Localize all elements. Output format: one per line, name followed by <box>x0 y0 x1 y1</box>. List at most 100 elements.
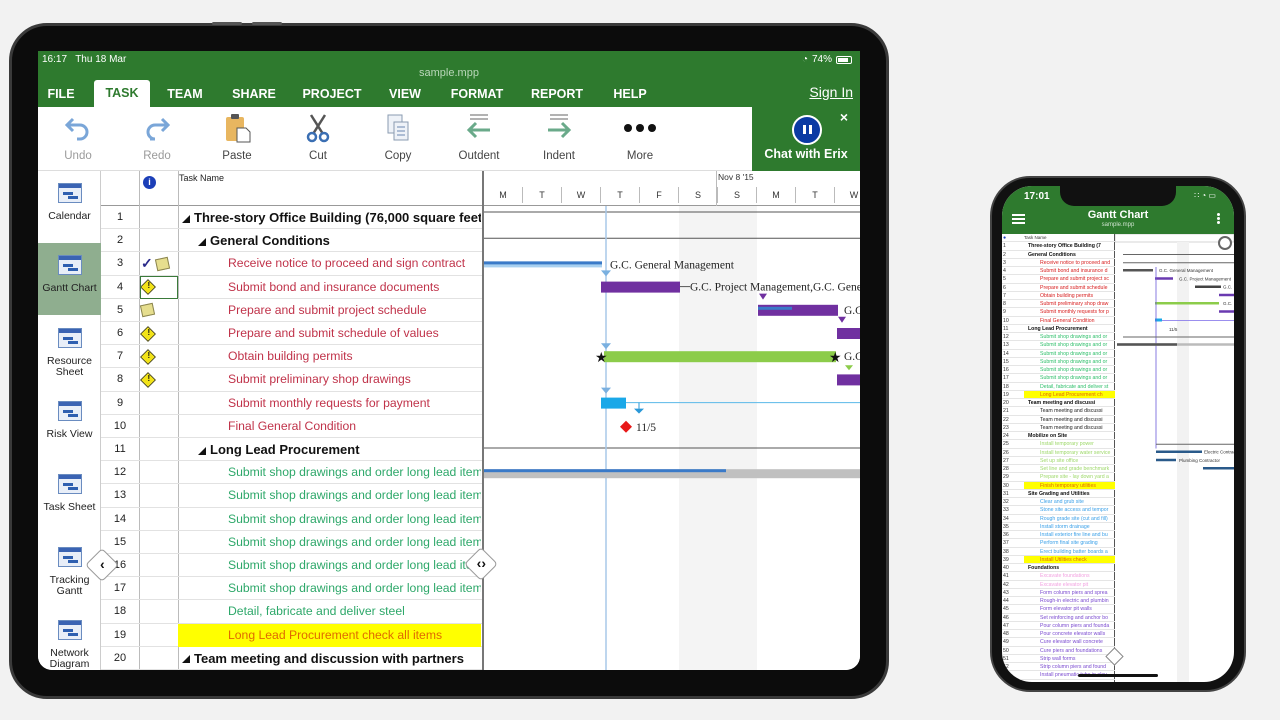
zoom-search-icon[interactable] <box>1218 236 1232 250</box>
phone-table-row[interactable]: 8 Submit preliminary shop draw <box>1002 300 1115 309</box>
table-row[interactable]: 9 Submit monthly requests for payment <box>101 392 482 415</box>
phone-table-row[interactable]: 14 Submit shop drawings and or <box>1002 350 1115 358</box>
tab-share[interactable]: SHARE <box>226 87 282 107</box>
tab-report[interactable]: REPORT <box>526 87 588 107</box>
phone-table-row[interactable]: 4 Submit bond and insurance d <box>1002 267 1115 276</box>
table-row[interactable]: 14 Submit shop drawings and order long le… <box>101 508 482 531</box>
phone-table-row[interactable]: 40 Foundations <box>1002 564 1115 573</box>
outdent-button[interactable]: Outdent <box>447 111 511 162</box>
phone-table-row[interactable]: 10 Final General Condition <box>1002 317 1115 325</box>
table-row[interactable]: 11 Long Lead Procurement <box>101 438 482 462</box>
task-name-cell[interactable]: Submit preliminary shop drawings <box>178 368 481 391</box>
phone-table-row[interactable]: 48 Pour concrete elevator walls <box>1002 630 1115 639</box>
phone-table-row[interactable]: 38 Erect building batter boards a <box>1002 548 1115 556</box>
task-name-cell[interactable]: Submit monthly requests for payment <box>178 392 481 415</box>
phone-table-row[interactable]: 17 Submit shop drawings and or <box>1002 374 1115 383</box>
phone-table-row[interactable]: 5 Prepare and submit project sc <box>1002 275 1115 284</box>
selected-cell[interactable] <box>140 275 178 299</box>
phone-table-row[interactable]: 44 Rough-in electric and plumbin <box>1002 597 1115 606</box>
note-icon[interactable] <box>154 256 170 272</box>
task-name-cell[interactable]: Detail, fabricate and deliver steel <box>178 600 481 623</box>
phone-table-row[interactable]: 19 Long Lead Procurement ch <box>1002 390 1115 399</box>
task-name-cell[interactable]: Long Lead Procurement check all items <box>178 623 481 647</box>
table-row[interactable]: 17 Submit shop drawings and order long le… <box>101 577 482 601</box>
table-row[interactable]: 18 Detail, fabricate and deliver steel <box>101 600 482 624</box>
undo-button[interactable]: Undo <box>46 111 110 162</box>
phone-table-row[interactable]: 2 General Conditions <box>1002 251 1115 259</box>
table-row[interactable]: 6 Prepare and submit schedule of values <box>101 322 482 346</box>
task-name-cell[interactable]: Receive notice to proceed and sign contr… <box>178 252 481 275</box>
redo-button[interactable]: Redo <box>125 111 189 162</box>
chat-panel[interactable]: × Chat with Erix <box>752 107 860 171</box>
tab-project[interactable]: PROJECT <box>296 87 368 107</box>
table-row[interactable]: 16 Submit shop drawings and order long le… <box>101 554 482 578</box>
task-name-cell[interactable]: Three-story Office Building (76,000 squa… <box>178 206 481 229</box>
phone-table-row[interactable]: 51 Strip wall forms <box>1002 655 1115 663</box>
more-button[interactable]: More <box>608 111 672 162</box>
warning-icon[interactable] <box>140 371 156 388</box>
table-row[interactable]: 15 Submit shop drawings and order long le… <box>101 531 482 554</box>
phone-table-row[interactable]: 27 Set up site office <box>1002 457 1115 465</box>
table-row[interactable]: 13 Submit shop drawings and order long le… <box>101 484 482 508</box>
phone-table-row[interactable]: 42 Excavate elevator pit <box>1002 581 1115 589</box>
phone-table-row[interactable]: 49 Cure elevator wall concrete <box>1002 638 1115 647</box>
close-icon[interactable]: × <box>840 109 848 125</box>
task-name-cell[interactable]: Obtain building permits <box>178 345 481 368</box>
cut-button[interactable]: Cut <box>286 111 350 162</box>
task-name-cell[interactable]: Submit shop drawings and order long lead… <box>178 531 481 554</box>
phone-table-row[interactable]: 24 Mobilize on Site <box>1002 432 1115 441</box>
chat-bubble-icon[interactable] <box>792 115 822 145</box>
phone-table-row[interactable]: 32 Clear and grub site <box>1002 498 1115 507</box>
phone-table-row[interactable]: 21 Team meeting and discussi <box>1002 407 1115 416</box>
table-row[interactable]: 2 General Conditions <box>101 229 482 253</box>
phone-table-row[interactable]: 12 Submit shop drawings and or <box>1002 333 1115 342</box>
collapse-triangle-icon[interactable] <box>198 237 206 246</box>
table-row[interactable]: 1 Three-story Office Building (76,000 squ… <box>101 206 482 230</box>
warning-icon[interactable] <box>140 348 156 365</box>
warning-icon[interactable] <box>140 325 156 342</box>
phone-table-row[interactable]: 6 Prepare and submit schedule <box>1002 284 1115 292</box>
task-name-cell[interactable]: Submit shop drawings and order long lead… <box>178 484 481 507</box>
phone-table-row[interactable]: 11 Long Lead Procurement <box>1002 325 1115 333</box>
table-row[interactable]: 8 Submit preliminary shop drawings <box>101 368 482 392</box>
phone-table-row[interactable]: 43 Form column piers and sprea <box>1002 589 1115 597</box>
phone-table-row[interactable]: 30 Finish temporary utilities <box>1002 481 1115 490</box>
column-header-task-name[interactable]: Task Name <box>179 173 224 183</box>
phone-table-row[interactable]: 46 Set reinforcing and anchor bo <box>1002 614 1115 622</box>
copy-button[interactable]: Copy <box>366 111 430 162</box>
task-name-cell[interactable]: Submit shop drawings and order long lead… <box>178 461 481 484</box>
tab-team[interactable]: TEAM <box>158 87 212 107</box>
phone-table-row[interactable]: 28 Set line and grade benchmark <box>1002 465 1115 474</box>
phone-table-row[interactable]: 22 Team meeting and discussi <box>1002 416 1115 424</box>
table-row[interactable]: 19 Long Lead Procurement check all items <box>101 623 482 647</box>
phone-table-row[interactable]: 20 Team meeting and discussi <box>1002 399 1115 408</box>
table-row[interactable]: 4 Submit bond and insurance documents <box>101 275 482 299</box>
task-name-cell[interactable]: Submit shop drawings and order long lead… <box>178 508 481 531</box>
task-name-cell[interactable]: Submit shop drawings and order long lead… <box>178 554 481 577</box>
phone-table-row[interactable]: 1 Three-story Office Building (7 <box>1002 242 1115 251</box>
phone-table-row[interactable]: 16 Submit shop drawings and or <box>1002 366 1115 375</box>
phone-table-row[interactable]: 45 Form elevator pit walls <box>1002 605 1115 614</box>
phone-table-row[interactable]: 9 Submit monthly requests for p <box>1002 308 1115 317</box>
phone-table-row[interactable]: 37 Perform final site grading <box>1002 539 1115 548</box>
tab-view[interactable]: VIEW <box>384 87 426 107</box>
phone-table-row[interactable]: 50 Cure piers and foundations <box>1002 647 1115 655</box>
chat-label[interactable]: Chat with Erix <box>752 147 860 161</box>
table-row[interactable]: 12 Submit shop drawings and order long le… <box>101 461 482 485</box>
phone-table-row[interactable]: 7 Obtain building permits <box>1002 292 1115 300</box>
view-calendar[interactable]: Calendar <box>38 171 101 243</box>
task-name-cell[interactable]: Prepare and submit project schedule <box>178 299 481 322</box>
phone-table-row[interactable]: 33 Stone site access and tempor <box>1002 506 1115 515</box>
task-name-cell[interactable]: Final General Condition <box>178 415 481 438</box>
indent-button[interactable]: Indent <box>527 111 591 162</box>
phone-table-row[interactable]: 39 Install Utilities check <box>1002 555 1115 564</box>
phone-table-row[interactable]: 35 Install storm drainage <box>1002 523 1115 531</box>
phone-table-row[interactable]: 15 Submit shop drawings and or <box>1002 358 1115 366</box>
view-gantt-chart[interactable]: Gantt Chart <box>38 243 101 315</box>
tab-file[interactable]: FILE <box>38 87 84 107</box>
view-network-diagram[interactable]: Network Diagram <box>38 608 101 670</box>
task-name-cell[interactable]: Submit shop drawings and order long lead… <box>178 577 481 600</box>
collapse-triangle-icon[interactable] <box>182 655 190 664</box>
tab-task[interactable]: TASK <box>94 80 150 107</box>
task-name-cell[interactable]: Submit bond and insurance documents <box>178 276 481 299</box>
